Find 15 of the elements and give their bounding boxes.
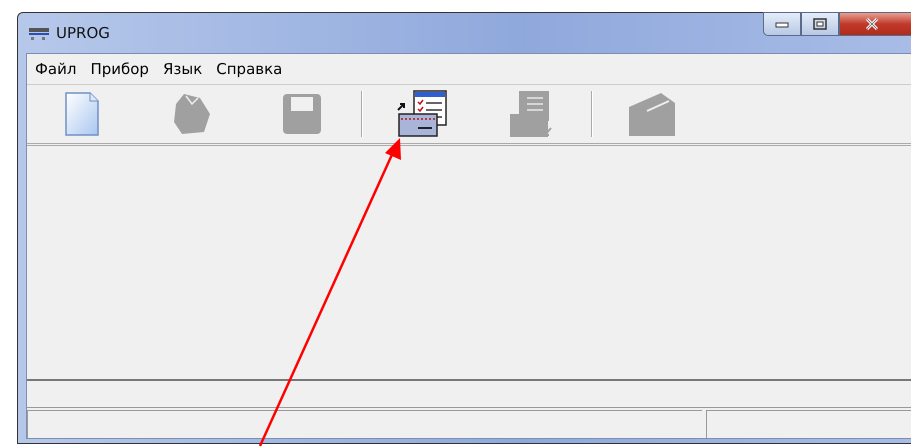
device-icon — [627, 91, 677, 137]
menu-item[interactable]: Прибор — [84, 58, 155, 80]
app-icon — [28, 25, 50, 41]
menu-item[interactable]: Файл — [29, 58, 82, 80]
close-icon — [864, 18, 880, 30]
minimize-icon — [775, 20, 789, 28]
close-button[interactable] — [839, 12, 911, 36]
menu-item[interactable]: Справка — [210, 58, 288, 80]
window-title: UPROG — [56, 24, 110, 42]
maximize-button[interactable] — [801, 12, 839, 36]
menu-item[interactable]: Язык — [156, 58, 208, 80]
document-icon — [64, 92, 100, 136]
maximize-icon — [813, 18, 827, 30]
forms-icon — [396, 90, 448, 138]
minimize-button[interactable] — [763, 12, 801, 36]
